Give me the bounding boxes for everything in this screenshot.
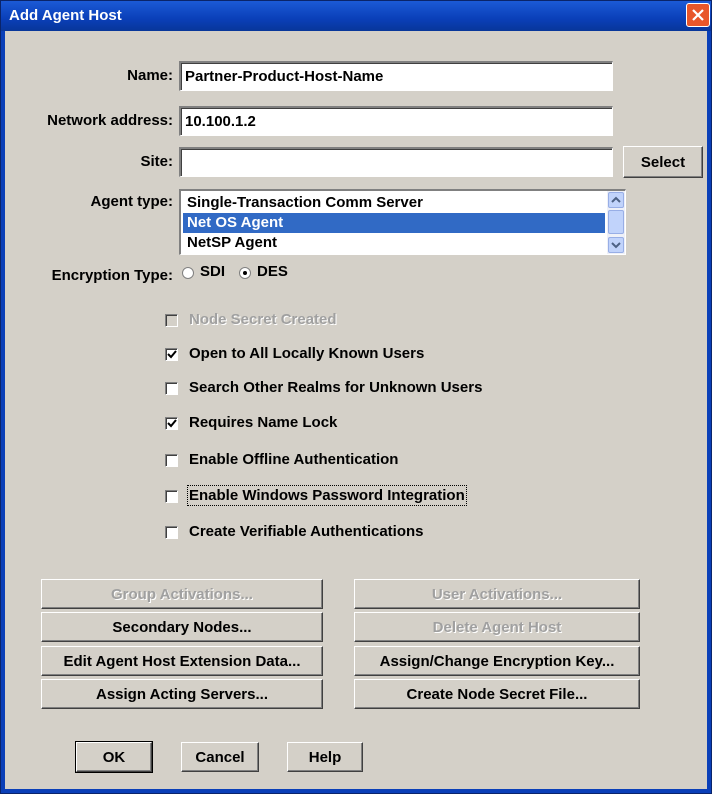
edit-extension-data-button[interactable]: Edit Agent Host Extension Data... <box>41 646 323 676</box>
radio-dot-icon <box>243 271 247 275</box>
cancel-button[interactable]: Cancel <box>181 742 259 772</box>
agent-type-listbox[interactable]: Single-Transaction Comm Server Net OS Ag… <box>179 189 626 255</box>
checkmark-icon <box>167 419 177 428</box>
select-site-button[interactable]: Select <box>623 146 703 178</box>
create-node-secret-button[interactable]: Create Node Secret File... <box>354 679 640 709</box>
assign-acting-servers-button[interactable]: Assign Acting Servers... <box>41 679 323 709</box>
encryption-type-label: Encryption Type: <box>51 267 173 284</box>
checkbox-label: Node Secret Created <box>189 311 337 328</box>
assign-encryption-key-button[interactable]: Assign/Change Encryption Key... <box>354 646 640 676</box>
delete-agent-host-button[interactable]: Delete Agent Host <box>354 612 640 642</box>
sdi-label: SDI <box>200 263 226 280</box>
secondary-nodes-button[interactable]: Secondary Nodes... <box>41 612 323 642</box>
site-input[interactable] <box>181 149 612 176</box>
window-title: Add Agent Host <box>9 7 122 24</box>
close-icon <box>692 9 704 21</box>
checkbox-box <box>165 314 178 327</box>
chevron-up-icon <box>611 196 621 203</box>
checkbox-box[interactable] <box>165 526 178 539</box>
close-button[interactable] <box>686 3 710 27</box>
checkbox-label: Search Other Realms for Unknown Users <box>189 379 483 396</box>
network-address-field[interactable] <box>179 106 613 136</box>
scroll-down-button[interactable] <box>608 237 624 253</box>
agent-type-scrollbar[interactable] <box>607 191 625 254</box>
help-button[interactable]: Help <box>287 742 363 772</box>
group-activations-button[interactable]: Group Activations... <box>41 579 323 609</box>
des-radio[interactable] <box>239 267 251 279</box>
checkbox-label: Create Verifiable Authentications <box>189 523 424 540</box>
scroll-thumb[interactable] <box>608 210 624 234</box>
checkbox-box[interactable] <box>165 382 178 395</box>
sdi-radio[interactable] <box>182 267 194 279</box>
scroll-up-button[interactable] <box>608 192 624 208</box>
checkbox-label: Open to All Locally Known Users <box>189 345 425 362</box>
name-field[interactable] <box>179 61 613 91</box>
agent-type-item[interactable]: Single-Transaction Comm Server <box>183 193 605 213</box>
checkbox-box[interactable] <box>165 417 178 430</box>
des-label: DES <box>257 263 288 280</box>
checkbox-label: Enable Offline Authentication <box>189 451 399 468</box>
window-frame-right <box>707 31 711 791</box>
network-address-label: Network address: <box>47 112 173 129</box>
agent-type-label: Agent type: <box>90 193 174 210</box>
checkmark-icon <box>167 350 177 359</box>
user-activations-button[interactable]: User Activations... <box>354 579 640 609</box>
checkbox-box[interactable] <box>165 454 178 467</box>
agent-type-item[interactable]: NetSP Agent <box>183 233 605 253</box>
add-agent-host-dialog: Add Agent Host Name: Network address: Si… <box>0 0 712 794</box>
window-frame-left <box>1 31 5 791</box>
checkbox-box[interactable] <box>165 348 178 361</box>
network-address-input[interactable] <box>181 108 612 135</box>
checkbox-label: Enable Windows Password Integration <box>187 485 467 506</box>
title-bar[interactable]: Add Agent Host <box>1 1 711 31</box>
agent-type-item-selected[interactable]: Net OS Agent <box>183 213 605 233</box>
ok-button[interactable]: OK <box>75 741 153 773</box>
checkbox-box[interactable] <box>165 490 178 503</box>
chevron-down-icon <box>611 242 621 249</box>
checkbox-label: Requires Name Lock <box>189 414 338 431</box>
name-label: Name: <box>127 67 173 84</box>
name-input[interactable] <box>181 63 612 90</box>
site-label: Site: <box>140 153 173 170</box>
site-field[interactable] <box>179 147 613 177</box>
window-frame-bottom <box>1 789 711 793</box>
